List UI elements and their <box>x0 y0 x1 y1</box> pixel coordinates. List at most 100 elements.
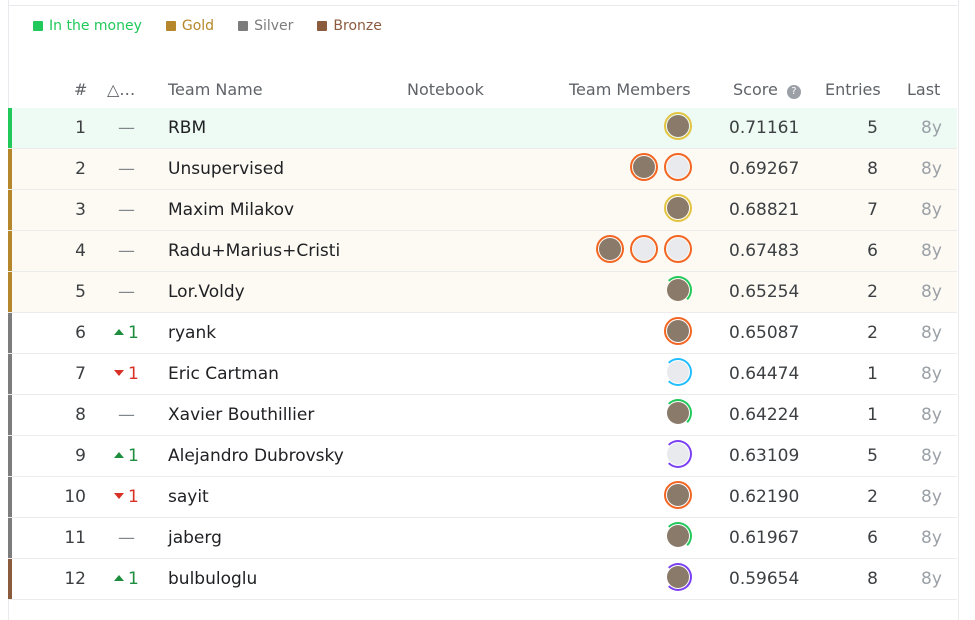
team-name-link[interactable]: Eric Cartman <box>168 364 279 384</box>
team-name-link[interactable]: RBM <box>168 118 206 138</box>
entries-cell: 2 <box>867 282 878 302</box>
rank-change-value: — <box>118 528 135 548</box>
person-avatar-icon[interactable] <box>664 112 692 140</box>
entries-cell: 7 <box>867 200 878 220</box>
rank-change-cell: — <box>118 118 158 138</box>
team-name-link[interactable]: bulbuloglu <box>168 569 257 589</box>
score-cell: 0.68821 <box>729 200 800 220</box>
avatar-image <box>633 156 655 178</box>
entries-header[interactable]: Entries <box>825 80 881 99</box>
team-members <box>664 194 692 222</box>
rank-cell: 3 <box>75 200 86 220</box>
team-members <box>664 276 692 304</box>
score-cell: 0.64224 <box>729 405 800 425</box>
rank-change-value: — <box>118 118 135 138</box>
legend-label: Gold <box>181 18 215 34</box>
legend-item-gold: Gold <box>165 18 215 34</box>
team-name-link[interactable]: Unsupervised <box>168 159 284 179</box>
team-members <box>630 153 692 181</box>
person-avatar-icon[interactable] <box>664 194 692 222</box>
score-cell: 0.62190 <box>729 487 800 507</box>
team-name-header[interactable]: Team Name <box>168 80 263 99</box>
team-name-link[interactable]: Maxim Milakov <box>168 200 294 220</box>
default-avatar-icon[interactable] <box>664 440 692 468</box>
rank-change-cell: 1 <box>114 569 154 589</box>
team-members <box>664 317 692 345</box>
team-members <box>596 235 692 263</box>
table-row[interactable]: 11 — jaberg 0.61967 6 8y <box>8 518 957 559</box>
default-avatar-icon[interactable] <box>630 235 658 263</box>
last-submission-cell: 8y <box>921 282 942 302</box>
team-name-link[interactable]: sayit <box>168 487 209 507</box>
avatar-image <box>599 238 621 260</box>
table-row[interactable]: 2 — Unsupervised 0.69267 8 8y <box>8 149 957 190</box>
person-avatar-icon[interactable] <box>596 235 624 263</box>
rank-change-cell: — <box>118 405 158 425</box>
team-members <box>664 481 692 509</box>
table-row[interactable]: 1 — RBM 0.71161 5 8y <box>8 108 957 149</box>
last-submission-cell: 8y <box>921 487 942 507</box>
person-avatar-icon[interactable] <box>664 276 692 304</box>
avatar-image <box>667 566 689 588</box>
last-submission-cell: 8y <box>921 405 942 425</box>
arrow-down-icon <box>114 493 124 499</box>
avatar-image <box>667 484 689 506</box>
legend-label: In the money <box>49 18 142 34</box>
entries-cell: 6 <box>867 241 878 261</box>
default-avatar-icon[interactable] <box>664 235 692 263</box>
table-row[interactable]: 9 1 Alejandro Dubrovsky 0.63109 5 8y <box>8 436 957 477</box>
team-name-link[interactable]: jaberg <box>168 528 222 548</box>
default-avatar-icon[interactable] <box>664 358 692 386</box>
person-avatar-icon[interactable] <box>664 522 692 550</box>
avatar-image <box>667 279 689 301</box>
team-name-link[interactable]: Radu+Marius+Cristi <box>168 241 340 261</box>
table-row[interactable]: 3 — Maxim Milakov 0.68821 7 8y <box>8 190 957 231</box>
table-row[interactable]: 8 — Xavier Bouthillier 0.64224 1 8y <box>8 395 957 436</box>
rank-header[interactable]: # <box>74 80 87 99</box>
rank-change-value: — <box>118 241 135 261</box>
avatar-image <box>667 525 689 547</box>
team-members <box>664 399 692 427</box>
team-name-link[interactable]: ryank <box>168 323 216 343</box>
score-cell: 0.61967 <box>729 528 800 548</box>
legend-swatch <box>33 21 43 31</box>
rank-change-value: 1 <box>128 323 139 343</box>
person-avatar-icon[interactable] <box>664 317 692 345</box>
table-row[interactable]: 6 1 ryank 0.65087 2 8y <box>8 313 957 354</box>
rank-cell: 12 <box>64 569 86 589</box>
team-members <box>664 358 692 386</box>
team-name-link[interactable]: Xavier Bouthillier <box>168 405 314 425</box>
help-icon[interactable]: ? <box>786 84 801 99</box>
team-name-link[interactable]: Lor.Voldy <box>168 282 245 302</box>
leaderboard-rows: 1— RBM 0.71161 5 8y 2— Unsupervised 0.69267 8 8y 3… <box>8 108 957 600</box>
last-submission-cell: 8y <box>921 528 942 548</box>
person-avatar-icon[interactable] <box>664 563 692 591</box>
legend-swatch <box>317 21 328 31</box>
team-name-link[interactable]: Alejandro Dubrovsky <box>168 446 344 466</box>
table-row[interactable]: 4 — Radu+Marius+Cristi 0.67483 6 8y <box>8 231 957 272</box>
score-header[interactable]: Score ? <box>733 80 801 100</box>
score-cell: 0.65254 <box>729 282 800 302</box>
team-members <box>664 440 692 468</box>
last-submission-cell: 8y <box>921 159 942 179</box>
rank-change-cell: — <box>118 282 158 302</box>
last-submission-cell: 8y <box>921 569 942 589</box>
last-submission-cell: 8y <box>921 446 942 466</box>
default-avatar-icon[interactable] <box>664 153 692 181</box>
rank-change-value: — <box>118 159 135 179</box>
avatar-image <box>633 238 655 260</box>
delta-header[interactable]: △… <box>107 80 135 99</box>
legend-item-in-the-money: In the money <box>33 18 142 34</box>
person-avatar-icon[interactable] <box>664 399 692 427</box>
person-avatar-icon[interactable] <box>664 481 692 509</box>
rank-change-value: 1 <box>128 446 139 466</box>
score-cell: 0.64474 <box>729 364 800 384</box>
table-row[interactable]: 5 — Lor.Voldy 0.65254 2 8y <box>8 272 957 313</box>
rank-cell: 10 <box>64 487 86 507</box>
legend-label: Silver <box>254 18 294 34</box>
table-row[interactable]: 12 1 bulbuloglu 0.59654 8 8y <box>8 559 957 600</box>
table-row[interactable]: 7 1 Eric Cartman 0.64474 1 8y <box>8 354 957 395</box>
table-row[interactable]: 10 1 sayit 0.62190 2 8y <box>8 477 957 518</box>
person-avatar-icon[interactable] <box>630 153 658 181</box>
last-header[interactable]: Last <box>907 80 940 99</box>
